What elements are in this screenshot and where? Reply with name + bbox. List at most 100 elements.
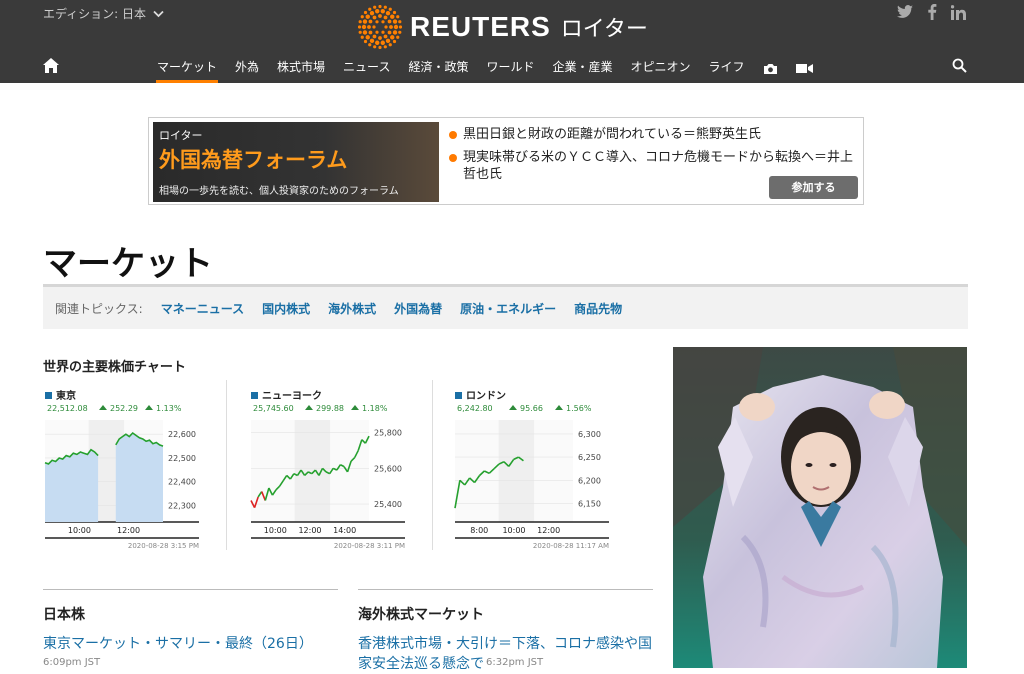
feature-photo-graphic [673,347,967,668]
chart-last-value: 25,745.60 [253,404,294,413]
nav-item-photo[interactable] [754,54,787,83]
up-arrow-icon [145,405,153,410]
related-topics-bar: 関連トピックス: マネーニュース 国内株式 海外株式 外国為替 原油・エネルギー… [43,284,968,329]
article-time: 6:09pm JST [43,657,101,668]
chart-y-tick-label: 22,500 [168,454,196,463]
topic-link[interactable]: 国内株式 [262,300,310,317]
home-icon[interactable] [43,58,59,73]
chart-y-tick-label: 25,400 [374,500,402,509]
chart-y-tick-label: 6,150 [578,499,601,508]
logo-jp-text: ロイター [560,17,648,42]
camera-icon [763,63,777,74]
chart-x-tick-label: 14:00 [333,526,356,535]
article-link[interactable]: 東京マーケット・サマリー・最終（26日） [43,634,338,654]
nav-item-stocks[interactable]: 株式市場 [268,54,334,83]
chart-change-value: 95.66 [520,404,543,413]
section-title-overseas-stocks: 海外株式マーケット [358,607,484,623]
forex-forum-banner[interactable]: ロイター 外国為替フォーラム 相場の一歩先を読む、個人投資家のためのフォーラム … [148,117,864,205]
edition-selector[interactable]: エディション: 日本 [43,5,164,22]
up-arrow-icon [509,405,517,410]
charts-section-title: 世界の主要株価チャート [43,360,186,375]
nav-item-world[interactable]: ワールド [477,54,543,83]
chart-divider [226,380,227,550]
chart-timestamp: 2020-08-28 3:11 PM [334,542,405,550]
section-divider [358,589,653,590]
chart-x-tick-label: 10:00 [68,526,91,535]
chart-y-tick-label: 6,200 [578,476,601,485]
chart-title-marker [455,392,462,399]
chart-london[interactable]: ロンドン 6,242.80 95.66 1.56% 6,300 6,250 6,200 6,1… [453,380,643,550]
chart-x-tick-label: 10:00 [502,526,525,535]
join-button[interactable]: 参加する [769,176,858,199]
feature-photo[interactable] [673,347,967,668]
linkedin-icon[interactable] [951,4,966,20]
topic-link[interactable]: 海外株式 [328,300,376,317]
chart-timestamp: 2020-08-28 11:17 AM [533,542,609,550]
section-divider [43,589,338,590]
article-time: 6:32pm JST [486,657,544,668]
video-camera-icon [795,64,813,73]
twitter-icon[interactable] [897,5,913,19]
search-icon[interactable] [952,58,967,73]
chart-timestamp: 2020-08-28 3:15 PM [128,542,199,550]
nav-item-business[interactable]: 企業・産業 [543,54,621,83]
main-nav: マーケット 外為 株式市場 ニュース 経済・政策 ワールド 企業・産業 オピニオ… [0,54,1024,83]
chart-y-tick-label: 6,300 [578,430,601,439]
topic-link[interactable]: マネーニュース [161,300,244,317]
chart-title: 東京 [56,389,76,402]
nav-item-life[interactable]: ライフ [700,54,754,83]
top-bar: エディション: 日本 REUTERS ロイター マーケット 外為 株式市場 ニュ… [0,0,1024,83]
social-links [897,4,966,20]
up-arrow-icon [555,405,563,410]
chart-y-tick-label: 22,400 [168,478,196,487]
facebook-icon[interactable] [927,4,937,20]
nav-item-market[interactable]: マーケット [148,54,226,83]
chart-tokyo[interactable]: 東京 22,512.08 252.29 1.13% 22,600 22,500 22,400… [43,380,233,550]
chart-last-value: 22,512.08 [47,404,88,413]
chart-change-value: 299.88 [316,404,344,413]
logo-text: REUTERS [410,11,551,42]
chart-x-tick-label: 12:00 [117,526,140,535]
stock-charts: 東京 22,512.08 252.29 1.13% 22,600 22,500 22,400… [43,380,643,550]
up-arrow-icon [351,405,359,410]
reuters-logo-icon [358,5,402,49]
chart-x-tick-label: 8:00 [470,526,488,535]
section-title-japan-stocks: 日本株 [43,607,85,623]
chevron-down-icon [153,10,164,17]
nav-item-opinion[interactable]: オピニオン [622,54,700,83]
topic-link[interactable]: 外国為替 [394,300,442,317]
up-arrow-icon [99,405,107,410]
banner-image[interactable]: ロイター 外国為替フォーラム 相場の一歩先を読む、個人投資家のためのフォーラム [153,122,439,202]
chart-area-fill [115,433,163,522]
up-arrow-icon [305,405,313,410]
nav-items: マーケット 外為 株式市場 ニュース 経済・政策 ワールド 企業・産業 オピニオ… [148,54,822,83]
nav-item-forex[interactable]: 外為 [226,54,268,83]
nav-item-economy[interactable]: 経済・政策 [399,54,477,83]
banner-tagline: 相場の一歩先を読む、個人投資家のためのフォーラム [159,186,399,197]
chart-change-percent: 1.18% [362,404,388,413]
article-link[interactable]: 香港株式市場・大引け＝下落、コロナ感染や国家安全法巡る懸念で [358,634,653,674]
banner-item[interactable]: 黒田日銀と財政の距離が問われている＝熊野英生氏 [449,126,859,143]
chart-change-value: 252.29 [110,404,138,413]
chart-y-tick-label: 22,300 [168,501,196,510]
page-title: マーケット [43,244,213,284]
chart-last-value: 6,242.80 [457,404,493,413]
edition-label: エディション: 日本 [43,7,147,21]
chart-title-marker [45,392,52,399]
chart-y-tick-label: 25,800 [374,429,402,438]
topic-link[interactable]: 商品先物 [574,300,622,317]
nav-item-video[interactable] [787,54,822,83]
chart-x-tick-label: 12:00 [537,526,560,535]
chart-y-tick-label: 22,600 [168,430,196,439]
chart-title: ロンドン [466,390,506,402]
chart-change-percent: 1.13% [156,404,182,413]
reuters-logo[interactable]: REUTERS ロイター [358,5,648,49]
nav-item-news[interactable]: ニュース [334,54,399,83]
topic-link[interactable]: 原油・エネルギー [460,300,556,317]
chart-newyork[interactable]: ニューヨーク 25,745.60 299.88 1.18% 25,800 25,600 25… [249,380,439,550]
chart-title-marker [251,392,258,399]
chart-change-percent: 1.56% [566,404,592,413]
banner-brand: ロイター [159,129,203,142]
chart-x-tick-label: 12:00 [298,526,321,535]
chart-y-tick-label: 6,250 [578,453,601,462]
